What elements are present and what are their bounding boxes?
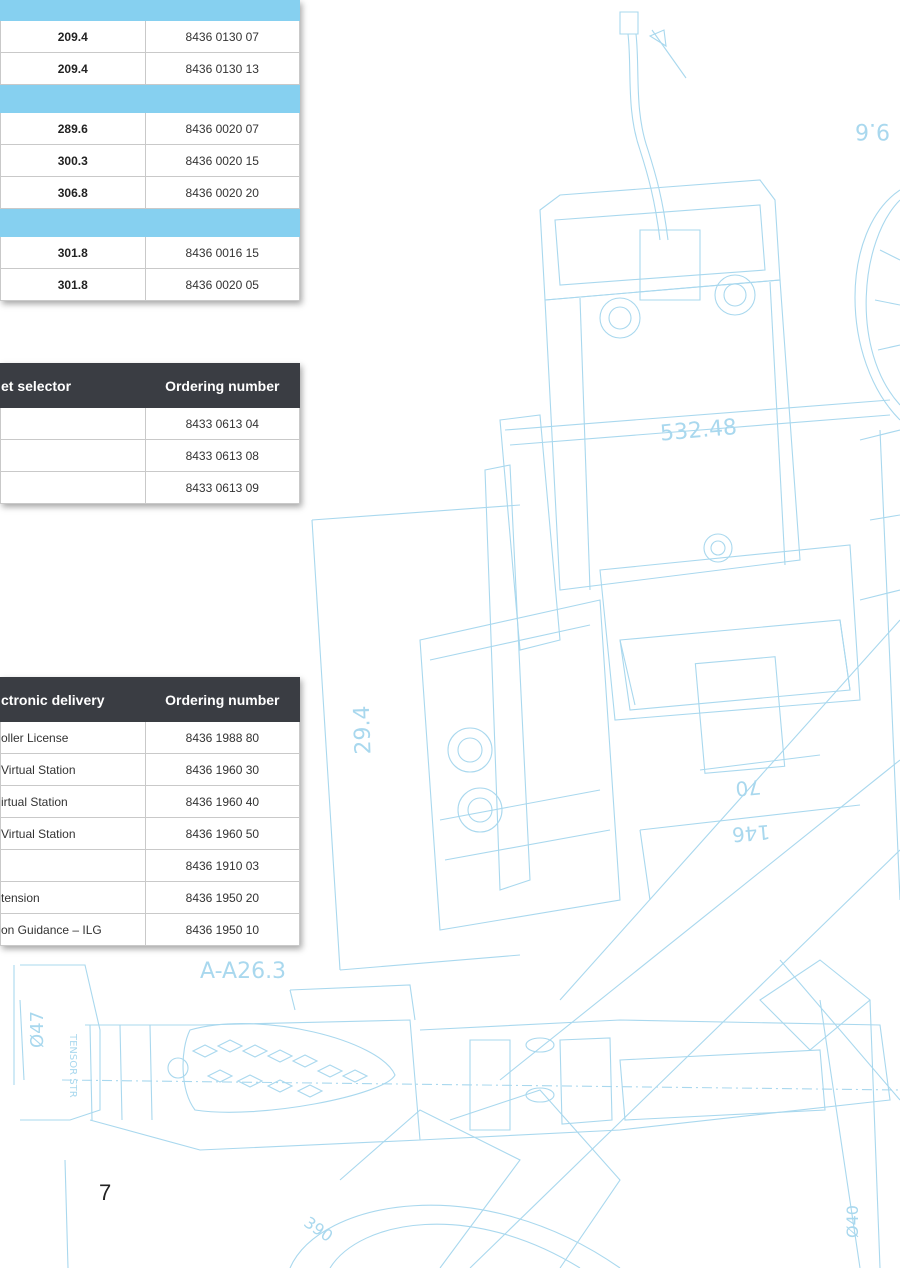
diameter-label-40: Ø40 (843, 1205, 862, 1238)
ordering-number-cell: 8433 0613 04 (144, 407, 301, 440)
table-row: 8436 1910 03 (0, 849, 301, 882)
ordering-number-cell: 8436 1960 40 (144, 785, 301, 818)
value-cell: 301.8 (0, 236, 146, 269)
name-cell: on Guidance – ILG (0, 913, 146, 946)
table-row: Virtual Station 8436 1960 30 (0, 753, 301, 786)
group-band (0, 208, 301, 237)
ordering-number-cell: 8433 0613 08 (144, 439, 301, 472)
ordering-number-cell: 8436 1988 80 (144, 721, 301, 754)
cable-connector (620, 12, 638, 34)
value-cell: 300.3 (0, 144, 146, 177)
column-header-ordering-number: Ordering number (144, 677, 301, 722)
name-cell (0, 407, 146, 440)
group-band (0, 0, 301, 21)
name-cell: tension (0, 881, 146, 914)
ordering-number-cell: 8436 0020 05 (144, 268, 301, 301)
column-header-ordering-number: Ordering number (144, 363, 301, 408)
table-row: 8433 0613 08 (0, 439, 301, 472)
value-cell: 306.8 (0, 176, 146, 209)
diameter-label-47: Ø47 (27, 1011, 48, 1048)
table-header-row: ctronic delivery Ordering number (0, 677, 301, 722)
table-header-row: et selector Ordering number (0, 363, 301, 408)
value-cell: 209.4 (0, 52, 146, 85)
value-cell: 289.6 (0, 112, 146, 145)
value-cell: 209.4 (0, 20, 146, 53)
ordering-number-cell: 8436 1950 10 (144, 913, 301, 946)
dimension-label-146: 146 (731, 820, 771, 847)
column-header-name: ctronic delivery (0, 677, 146, 722)
ordering-number-cell: 8436 0130 07 (144, 20, 301, 53)
value-cell: 301.8 (0, 268, 146, 301)
name-cell: irtual Station (0, 785, 146, 818)
group-band (0, 84, 301, 113)
table-row: tension 8436 1950 20 (0, 881, 301, 914)
table-row: 300.3 8436 0020 15 (0, 144, 301, 177)
ordering-number-cell: 8433 0613 09 (144, 471, 301, 504)
socket-selector-table: et selector Ordering number 8433 0613 04… (0, 363, 301, 504)
ordering-number-cell: 8436 1960 50 (144, 817, 301, 850)
column-header-name: et selector (0, 363, 146, 408)
dimension-label-9-6: 9.6 (855, 118, 890, 143)
dimension-label-532-48: 532.48 (659, 415, 738, 447)
ordering-number-cell: 8436 0020 07 (144, 112, 301, 145)
page-number: 7 (99, 1180, 112, 1205)
table-row: Virtual Station 8436 1960 50 (0, 817, 301, 850)
tool-brand-label: TENSOR STR (67, 1033, 78, 1098)
table-row: 8433 0613 04 (0, 407, 301, 440)
table-row: 8433 0613 09 (0, 471, 301, 504)
table-row: 289.6 8436 0020 07 (0, 112, 301, 145)
ordering-number-cell: 8436 1950 20 (144, 881, 301, 914)
dimension-label-29-4: 29.4 (350, 705, 377, 755)
name-cell (0, 849, 146, 882)
table-row: 306.8 8436 0020 20 (0, 176, 301, 209)
name-cell (0, 471, 146, 504)
name-cell: Virtual Station (0, 753, 146, 786)
ordering-number-cell: 8436 0020 15 (144, 144, 301, 177)
dimension-label-390: 390 (300, 1213, 336, 1246)
name-cell (0, 439, 146, 472)
name-cell: Virtual Station (0, 817, 146, 850)
table-row: 209.4 8436 0130 07 (0, 20, 301, 53)
ordering-number-cell: 8436 1960 30 (144, 753, 301, 786)
ordering-number-cell: 8436 0130 13 (144, 52, 301, 85)
electronic-delivery-table: ctronic delivery Ordering number oller L… (0, 677, 301, 946)
grip (183, 1024, 395, 1113)
ordering-number-cell: 8436 0020 20 (144, 176, 301, 209)
name-cell: oller License (0, 721, 146, 754)
table-row: on Guidance – ILG 8436 1950 10 (0, 913, 301, 946)
table-row: 301.8 8436 0020 05 (0, 268, 301, 301)
table-row: 209.4 8436 0130 13 (0, 52, 301, 85)
ordering-number-cell: 8436 0016 15 (144, 236, 301, 269)
ordering-number-cell: 8436 1910 03 (144, 849, 301, 882)
section-label: A-A26.3 (200, 959, 286, 984)
table-row: irtual Station 8436 1960 40 (0, 785, 301, 818)
table-row: 301.8 8436 0016 15 (0, 236, 301, 269)
table-row: oller License 8436 1988 80 (0, 721, 301, 754)
dimension-label-70: 70 (735, 775, 762, 801)
product-table-1: 209.4 8436 0130 07 209.4 8436 0130 13 289.… (0, 0, 301, 301)
